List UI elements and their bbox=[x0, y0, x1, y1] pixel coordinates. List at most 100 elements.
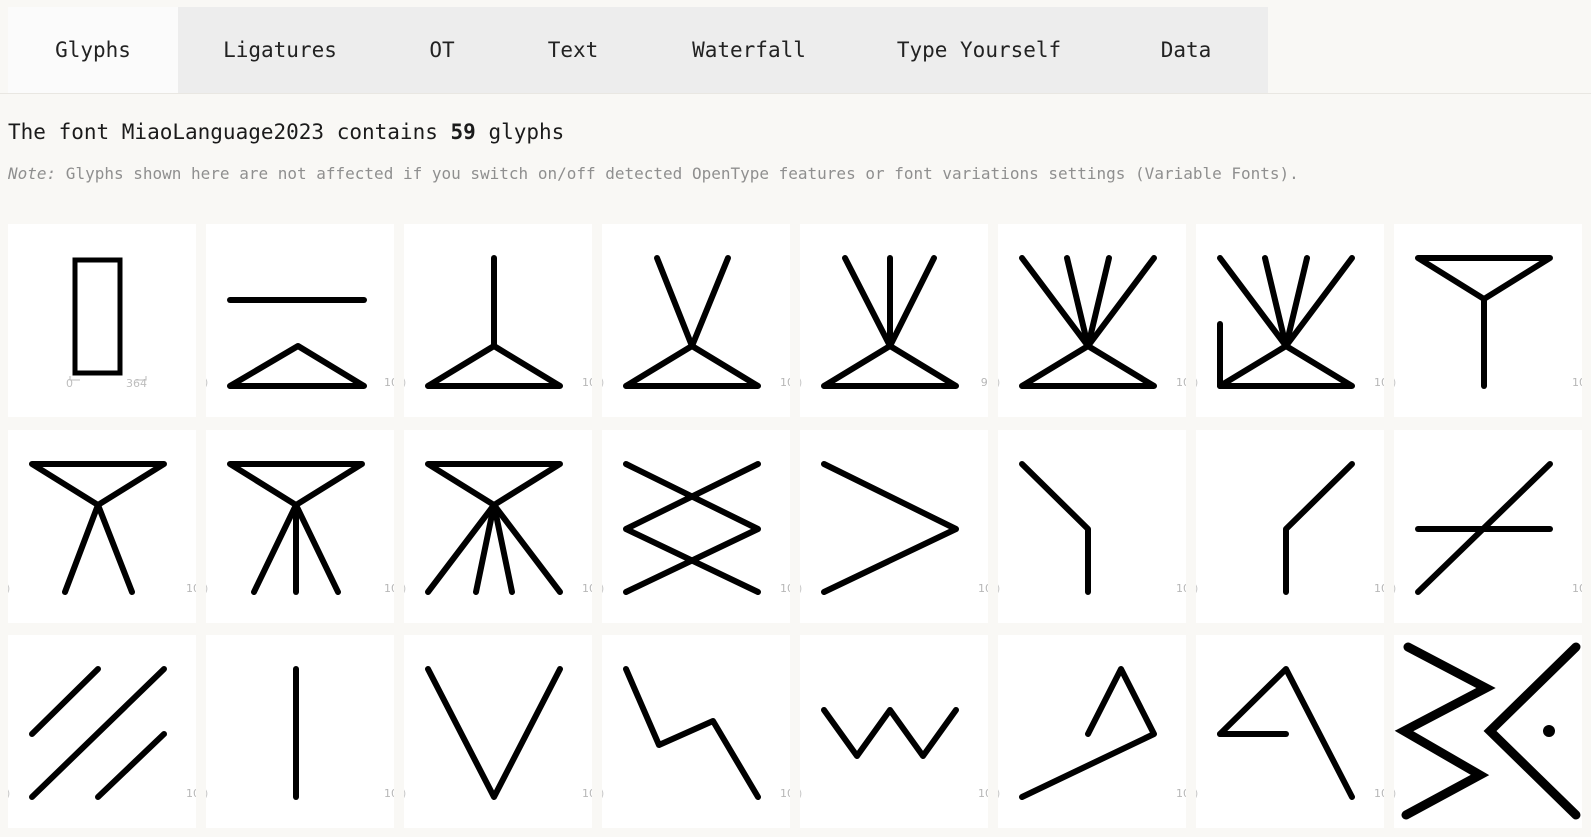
glyph-cell[interactable]: ) 10 bbox=[1394, 430, 1582, 623]
glyph-lsb-label: ) bbox=[206, 787, 208, 800]
three-slashes-glyph bbox=[29, 666, 167, 800]
glyph-cell[interactable]: ) 10 bbox=[602, 635, 790, 828]
glyph-lsb-label: ) bbox=[998, 582, 1000, 595]
tab-waterfall[interactable]: Waterfall bbox=[644, 7, 854, 93]
glyph-advance-label: 10 bbox=[1176, 582, 1186, 595]
glyph-lsb-label: ) bbox=[8, 787, 10, 800]
glyph-advance-label: 10 bbox=[978, 787, 988, 800]
divider bbox=[0, 93, 1591, 94]
glyph-lsb-label: ) bbox=[1394, 582, 1396, 595]
w-shape-glyph bbox=[821, 707, 959, 759]
glyph-lsb-label: ) bbox=[206, 376, 208, 389]
funnel-four-legs-glyph bbox=[425, 461, 563, 595]
left-bent-stem-glyph bbox=[1019, 461, 1091, 595]
glyph-lsb-label: ) bbox=[404, 787, 406, 800]
glyph-lsb-label: ) bbox=[1394, 787, 1396, 800]
glyph-cell[interactable]: ) 10 bbox=[206, 635, 394, 828]
glyph-lsb-label: ) bbox=[800, 376, 802, 389]
open-a-glyph bbox=[1217, 666, 1355, 800]
glyph-cell[interactable]: ) 10 bbox=[404, 224, 592, 417]
glyph-cell[interactable]: ) 10 bbox=[206, 224, 394, 417]
glyph-advance-label: 10 bbox=[582, 787, 592, 800]
vertical-stroke-glyph bbox=[293, 666, 299, 800]
glyph-cell[interactable]: ) 10 bbox=[800, 635, 988, 828]
glyph-lsb-label: ) bbox=[602, 582, 604, 595]
glyph-lsb-label: ) bbox=[8, 582, 10, 595]
glyph-advance-label: 10 bbox=[978, 582, 988, 595]
glyph-cell[interactable]: ) 10 bbox=[1394, 224, 1582, 417]
hooked-rays-over-triangle-glyph bbox=[1217, 255, 1355, 389]
glyph-cell[interactable]: ) 10 bbox=[8, 430, 196, 623]
four-rays-over-triangle-glyph bbox=[1019, 255, 1157, 389]
glyph-advance-label: 10 bbox=[1374, 582, 1384, 595]
zigzag-chevron-dot-glyph bbox=[1394, 642, 1581, 820]
glyph-advance-label: 9( bbox=[980, 376, 988, 389]
glyph-cell[interactable]: ) 10 bbox=[602, 430, 790, 623]
glyph-advance-label: 10 bbox=[1176, 787, 1186, 800]
glyph-count-heading: The font MiaoLanguage2023 contains 59 gl… bbox=[8, 120, 564, 144]
glyph-cell[interactable]: ) 10 bbox=[998, 430, 1186, 623]
glyph-cell[interactable]: ) 10 bbox=[404, 635, 592, 828]
glyph-advance-label: 10 bbox=[1572, 582, 1582, 595]
glyph-lsb-label: ) bbox=[404, 582, 406, 595]
glyph-advance-label: 364 bbox=[126, 377, 147, 390]
glyph-lsb-label: ) bbox=[404, 376, 406, 389]
glyph-lsb-label: ) bbox=[998, 787, 1000, 800]
bar-over-triangle-glyph bbox=[227, 297, 367, 389]
glyph-cell[interactable]: ) 10 bbox=[1196, 224, 1384, 417]
glyph-advance-label: 10 bbox=[1572, 376, 1582, 389]
tab-glyphs[interactable]: Glyphs bbox=[8, 7, 178, 93]
glyph-advance-label: 10 bbox=[384, 376, 394, 389]
glyph-advance-label: 10 bbox=[186, 582, 196, 595]
glyph-advance-label: 10 bbox=[582, 582, 592, 595]
glyph-lsb-label: ) bbox=[1196, 376, 1198, 389]
glyph-lsb-label: ) bbox=[602, 376, 604, 389]
tab-type-yourself[interactable]: Type Yourself bbox=[854, 7, 1104, 93]
glyph-cell[interactable]: ) 10 bbox=[998, 635, 1186, 828]
greater-than-glyph bbox=[821, 461, 959, 595]
glyph-advance-label: 10 bbox=[582, 376, 592, 389]
glyph-cell[interactable]: ) 10 bbox=[1196, 635, 1384, 828]
funnel-stem-glyph bbox=[1415, 255, 1553, 389]
slanted-flag-glyph bbox=[1019, 666, 1157, 800]
glyph-cell[interactable]: ) 10 bbox=[1196, 430, 1384, 623]
glyph-advance-label: 10 bbox=[384, 787, 394, 800]
glyph-advance-label: 10 bbox=[1176, 376, 1186, 389]
glyph-cell[interactable]: ) 10 bbox=[206, 430, 394, 623]
glyph-lsb-label: ) bbox=[1196, 787, 1198, 800]
v-over-triangle-glyph bbox=[623, 255, 761, 389]
note-label: Note: bbox=[8, 164, 57, 183]
glyph-cell[interactable]: ) 10 bbox=[602, 224, 790, 417]
glyph-cell[interactable]: ) 10 bbox=[8, 635, 196, 828]
glyph-advance-label: 10 bbox=[1374, 376, 1384, 389]
three-rays-over-triangle-glyph bbox=[821, 255, 959, 389]
glyph-lsb-label: ) bbox=[206, 582, 208, 595]
glyph-cell[interactable]: ) 10 bbox=[800, 430, 988, 623]
right-bent-stem-glyph bbox=[1283, 461, 1355, 595]
notdef-rectangle-glyph bbox=[69, 257, 147, 381]
glyph-cell[interactable]: ) 10 bbox=[404, 430, 592, 623]
glyph-advance-label: 10 bbox=[780, 787, 790, 800]
glyph-lsb-label: ) bbox=[1394, 376, 1396, 389]
glyph-lsb-label: ) bbox=[800, 582, 802, 595]
glyph-lsb-label: ) bbox=[998, 376, 1000, 389]
glyph-lsb-label: ) bbox=[1196, 582, 1198, 595]
glyph-lsb-label: ) bbox=[602, 787, 604, 800]
glyph-advance-label: 10 bbox=[780, 582, 790, 595]
crossed-slash-glyph bbox=[1415, 461, 1553, 595]
glyph-cell[interactable]: ) 10 bbox=[998, 224, 1186, 417]
note-text: Glyphs shown here are not affected if yo… bbox=[56, 164, 1299, 183]
tab-ot[interactable]: OT bbox=[382, 7, 502, 93]
tab-bar: Glyphs Ligatures OT Text Waterfall Type … bbox=[8, 7, 1268, 93]
tab-data[interactable]: Data bbox=[1104, 7, 1268, 93]
glyph-lsb-label: 0 bbox=[66, 377, 73, 390]
tab-text[interactable]: Text bbox=[502, 7, 644, 93]
double-cross-glyph bbox=[623, 461, 761, 595]
glyph-cell[interactable]: ) bbox=[1394, 635, 1582, 828]
features-note: Note: Glyphs shown here are not affected… bbox=[8, 164, 1299, 183]
glyph-advance-label: 10 bbox=[780, 376, 790, 389]
tab-ligatures[interactable]: Ligatures bbox=[178, 7, 382, 93]
glyph-cell[interactable]: ) 9( bbox=[800, 224, 988, 417]
glyph-cell[interactable]: 0 364 bbox=[8, 224, 196, 417]
glyph-advance-label: 10 bbox=[186, 787, 196, 800]
